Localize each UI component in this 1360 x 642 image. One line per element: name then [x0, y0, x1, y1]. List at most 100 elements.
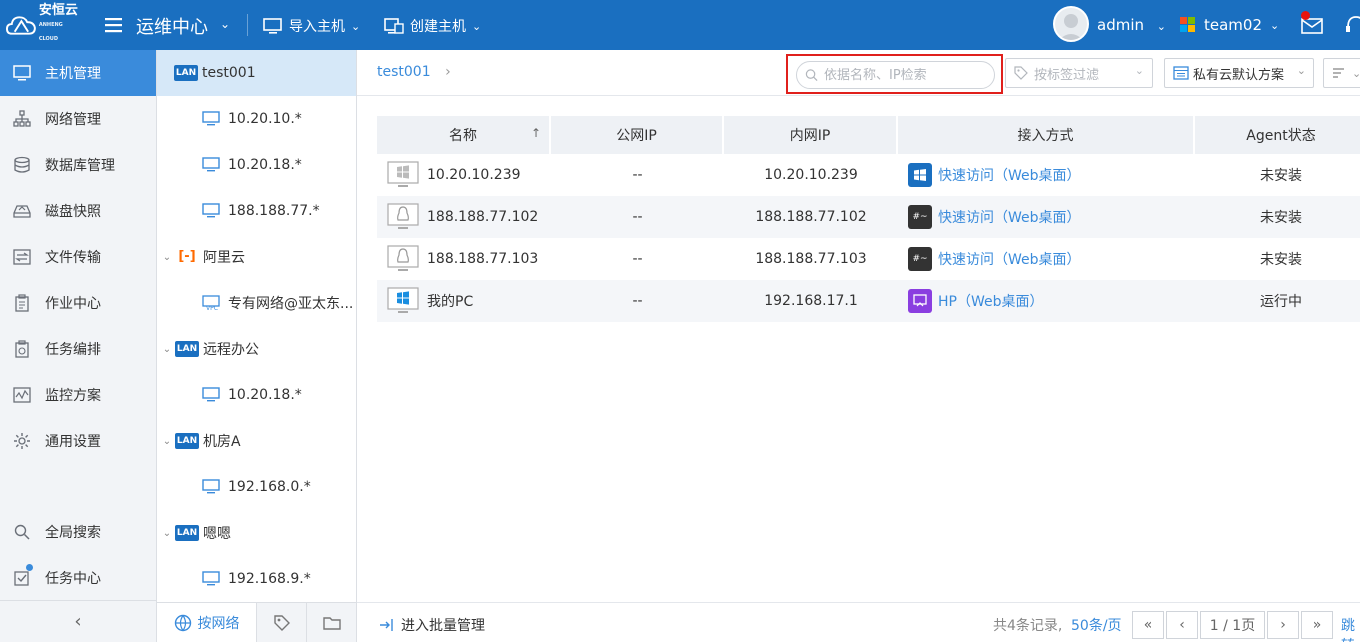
user-menu[interactable]: admin ⌄ [1097, 16, 1166, 34]
monitor-import-icon [263, 18, 282, 34]
nav-item-global-search[interactable]: 全局搜索 [0, 509, 156, 555]
nav-item-database[interactable]: 数据库管理 [0, 142, 156, 188]
tree-node-subnet[interactable]: 192.168.0.* [157, 464, 356, 510]
chevron-down-icon[interactable]: ⌄ [161, 252, 173, 263]
chevron-down-icon: ⌄ [351, 19, 361, 33]
logo[interactable]: 安恒云 ANHENG CLOUD [6, 4, 82, 42]
agent-status: 未安装 [1260, 252, 1302, 268]
page-title[interactable]: 运维中心 [136, 13, 208, 39]
column-header-label: 接入方式 [1017, 128, 1074, 144]
breadcrumb-item[interactable]: test001 [377, 64, 431, 80]
nav-item-task-center[interactable]: 任务中心 [0, 555, 156, 601]
column-header-name[interactable]: 名称 ↑ [377, 116, 551, 154]
tree-node-subnet[interactable]: 10.20.18.* [157, 372, 356, 418]
host-name[interactable]: 188.188.77.102 [427, 209, 538, 225]
subnet-monitor-icon [202, 203, 220, 218]
tree-node-vpc[interactable]: VPC 专有网络@亚太东... [157, 280, 356, 326]
nav-item-file-transfer[interactable]: 文件传输 [0, 234, 156, 280]
plan-select[interactable]: 私有云默认方案 ⌄ [1164, 58, 1314, 88]
nav-item-monitoring[interactable]: 监控方案 [0, 372, 156, 418]
subnet-monitor-icon [202, 157, 220, 172]
chevron-right-icon: › [1280, 617, 1286, 633]
svg-text:VPC: VPC [206, 305, 218, 311]
tree-node-lan[interactable]: LAN test001 [157, 50, 356, 96]
chevron-down-icon[interactable]: ⌄ [161, 528, 173, 539]
column-header-agent[interactable]: Agent状态 [1195, 116, 1360, 154]
tree-node-subnet[interactable]: 10.20.10.* [157, 96, 356, 142]
tree-node-label: 10.20.18.* [228, 387, 302, 403]
host-name[interactable]: 188.188.77.103 [427, 251, 538, 267]
table-row[interactable]: 10.20.10.239 -- 10.20.10.239 快速访问（Web桌面）… [377, 154, 1360, 196]
tree-node-label: 机房A [203, 434, 241, 450]
tree-node-lan[interactable]: ⌄ LAN 机房A [157, 418, 356, 464]
search-field[interactable] [796, 61, 995, 89]
tree-node-aliyun[interactable]: ⌄ [-] 阿里云 [157, 234, 356, 280]
collapse-nav-button[interactable]: ‹ [0, 600, 156, 642]
toolbar: test001 › 按标签过滤 ⌄ 私有云默认方案 ⌄ ⌄ [357, 50, 1360, 96]
tree-node-subnet[interactable]: 192.168.9.* [157, 556, 356, 602]
host-name[interactable]: 10.20.10.239 [427, 167, 521, 183]
plan-icon [1173, 66, 1189, 80]
batch-manage-button[interactable]: 进入批量管理 [379, 615, 485, 635]
search-highlight [786, 54, 1003, 94]
nav-item-label: 监控方案 [45, 388, 101, 404]
agent-status: 运行中 [1260, 294, 1302, 310]
sort-arrow-up-icon[interactable]: ↑ [531, 126, 541, 140]
avatar[interactable] [1053, 6, 1089, 42]
terminal-icon: #~ [908, 205, 932, 229]
quick-access-link[interactable]: 快速访问（Web桌面） [938, 165, 1081, 185]
nav-item-network[interactable]: 网络管理 [0, 96, 156, 142]
prev-page-button[interactable]: ‹ [1166, 611, 1198, 639]
column-header-private-ip[interactable]: 内网IP [724, 116, 898, 154]
page-indicator[interactable]: 1 / 1页 [1200, 611, 1265, 639]
tree-node-subnet[interactable]: 188.188.77.* [157, 188, 356, 234]
nav-item-task-orchestration[interactable]: 任务编排 [0, 326, 156, 372]
monitor-create-icon [384, 18, 404, 34]
create-host-button[interactable]: 创建主机 ⌄ [384, 16, 481, 36]
user-avatar-icon [1058, 14, 1084, 40]
tree-node-lan[interactable]: ⌄ LAN 远程办公 [157, 326, 356, 372]
tab-by-network[interactable]: 按网络 [157, 603, 256, 642]
jump-page-link[interactable]: 跳转 [1341, 615, 1360, 642]
chevron-down-icon[interactable]: ⌄ [161, 436, 173, 447]
nav-item-settings[interactable]: 通用设置 [0, 418, 156, 464]
host-name[interactable]: 我的PC [427, 291, 473, 311]
search-icon [805, 69, 818, 82]
headset-icon[interactable] [1345, 14, 1360, 36]
tree-node-lan[interactable]: ⌄ LAN 嗯嗯 [157, 510, 356, 556]
quick-access-link[interactable]: 快速访问（Web桌面） [938, 249, 1081, 269]
table-row[interactable]: 188.188.77.103 -- 188.188.77.103 #~ 快速访问… [377, 238, 1360, 280]
search-input[interactable] [824, 67, 994, 83]
table-row[interactable]: 我的PC -- 192.168.17.1 HP（Web桌面） 运行中 [377, 280, 1360, 322]
clipboard-icon [15, 294, 29, 312]
tree-node-subnet[interactable]: 10.20.18.* [157, 142, 356, 188]
nav-item-label: 作业中心 [45, 296, 101, 312]
column-header-access[interactable]: 接入方式 [898, 116, 1195, 154]
task-badge-dot [26, 564, 33, 571]
chevron-down-icon[interactable]: ⌄ [161, 344, 173, 355]
next-page-button[interactable]: › [1267, 611, 1299, 639]
first-page-button[interactable]: « [1132, 611, 1164, 639]
nav-item-host-management[interactable]: 主机管理 [0, 50, 156, 96]
nav-item-disk-snapshot[interactable]: 磁盘快照 [0, 188, 156, 234]
aliyun-icon: [-] [178, 249, 196, 264]
quick-access-link[interactable]: 快速访问（Web桌面） [938, 207, 1081, 227]
private-ip: 10.20.10.239 [764, 167, 858, 183]
team-menu[interactable]: team02 ⌄ [1180, 16, 1279, 34]
tab-by-tag[interactable] [256, 603, 306, 642]
sort-button[interactable]: ⌄ [1323, 58, 1360, 88]
page-size-select[interactable]: 50条/页 [1071, 615, 1122, 635]
nav-item-job-center[interactable]: 作业中心 [0, 280, 156, 326]
tab-by-folder[interactable] [306, 603, 356, 642]
last-page-button[interactable]: » [1301, 611, 1333, 639]
table-row[interactable]: 188.188.77.102 -- 188.188.77.102 #~ 快速访问… [377, 196, 1360, 238]
linux-host-icon [387, 245, 419, 271]
import-host-button[interactable]: 导入主机 ⌄ [263, 16, 360, 36]
chevron-down-icon[interactable]: ⌄ [220, 17, 230, 31]
column-header-public-ip[interactable]: 公网IP [551, 116, 724, 154]
tag-filter-select[interactable]: 按标签过滤 ⌄ [1005, 58, 1153, 88]
hp-access-link[interactable]: HP（Web桌面） [938, 291, 1044, 311]
windows-host-icon [387, 161, 419, 187]
menu-icon[interactable] [104, 13, 124, 37]
breadcrumb[interactable]: test001 › [377, 64, 451, 80]
